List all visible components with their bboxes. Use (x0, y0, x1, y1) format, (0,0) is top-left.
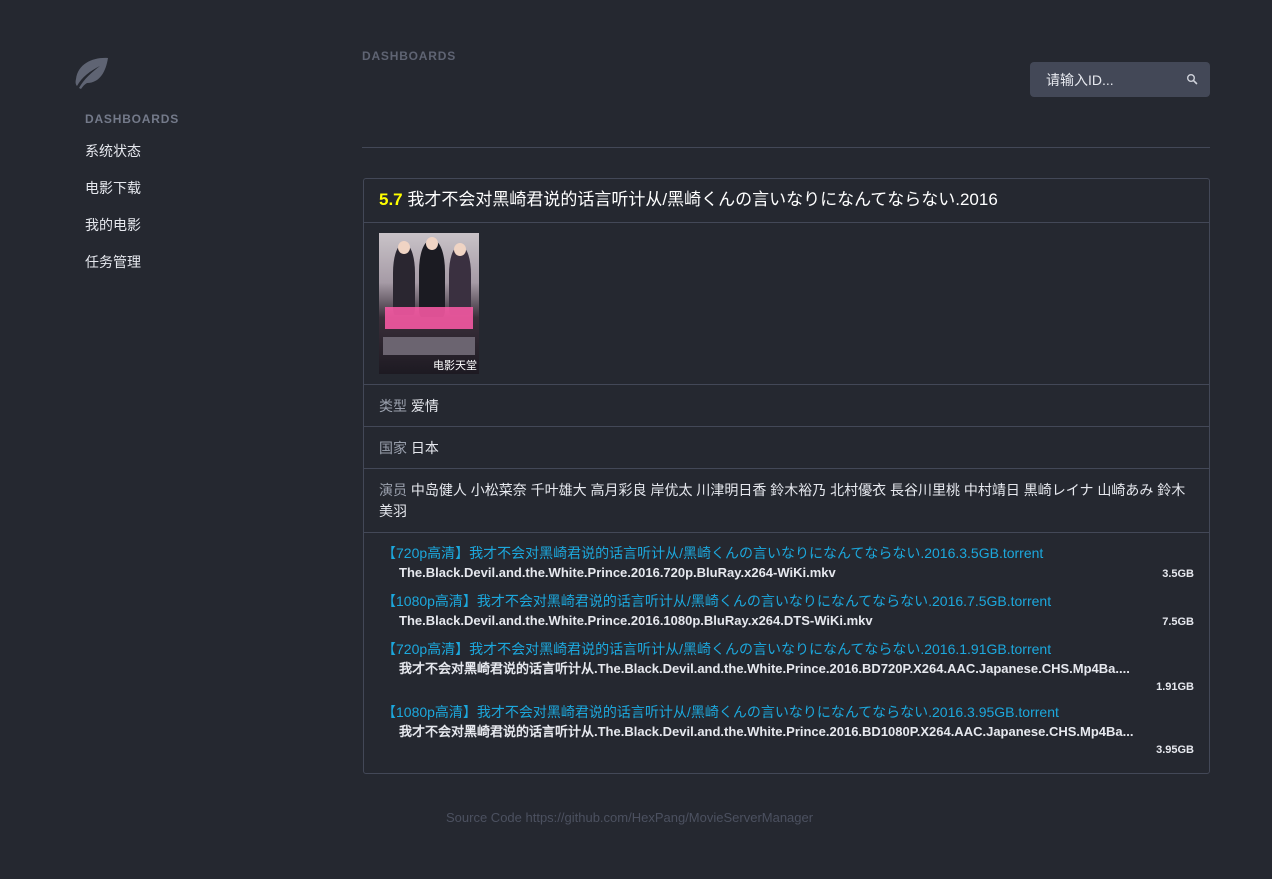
sidebar-header: DASHBOARDS (85, 112, 180, 126)
download-link[interactable]: 【720p高清】我才不会对黑崎君说的话言听计从/黑崎くんの言いなりになんてならな… (382, 639, 1194, 659)
poster-title-band (385, 307, 473, 329)
poster-figure (419, 241, 445, 317)
file-size: 3.5GB (1162, 568, 1194, 580)
country-label: 国家 (379, 440, 407, 456)
header-divider (362, 147, 1210, 148)
movie-title: 我才不会对黑崎君说的话言听计从/黑崎くんの言いなりになんてならない.2016 (407, 190, 998, 209)
leaf-logo-icon[interactable] (70, 55, 110, 91)
poster-strip (383, 337, 475, 355)
poster-face (454, 243, 466, 256)
search-icon[interactable] (1186, 73, 1198, 85)
sidebar-item-task-management[interactable]: 任务管理 (85, 251, 141, 288)
sidebar-item-movie-download[interactable]: 电影下载 (85, 177, 141, 214)
file-size: 3.95GB (1156, 744, 1194, 756)
download-link[interactable]: 【720p高清】我才不会对黑崎君说的话言听计从/黑崎くんの言いなりになんてならな… (382, 543, 1194, 563)
footer-source-link[interactable]: Source Code https://github.com/HexPang/M… (446, 810, 813, 825)
download-file: 我才不会对黑崎君说的话言听计从.The.Black.Devil.and.the.… (382, 722, 1194, 758)
search-box (1030, 62, 1210, 97)
download-link[interactable]: 【1080p高清】我才不会对黑崎君说的话言听计从/黑崎くんの言いなりになんてなら… (382, 702, 1194, 722)
cast-label: 演员 (379, 482, 407, 498)
poster-face (426, 237, 438, 250)
download-file: The.Black.Devil.and.the.White.Prince.201… (382, 563, 1194, 584)
file-name: The.Black.Devil.and.the.White.Prince.201… (399, 565, 836, 580)
download-file: 我才不会对黑崎君说的话言听计从.The.Black.Devil.and.the.… (382, 659, 1194, 695)
download-link[interactable]: 【1080p高清】我才不会对黑崎君说的话言听计从/黑崎くんの言いなりになんてなら… (382, 591, 1194, 611)
page-title: DASHBOARDS (362, 49, 457, 63)
file-name: 我才不会对黑崎君说的话言听计从.The.Black.Devil.and.the.… (399, 724, 1134, 739)
download-item: 【1080p高清】我才不会对黑崎君说的话言听计从/黑崎くんの言いなりになんてなら… (382, 702, 1194, 758)
genre-value: 爱情 (410, 398, 439, 414)
poster-row: 电影天堂 (364, 223, 1209, 385)
download-item: 【720p高清】我才不会对黑崎君说的话言听计从/黑崎くんの言いなりになんてならな… (382, 639, 1194, 695)
country-value: 日本 (410, 440, 439, 456)
movie-heading: 5.7 我才不会对黑崎君说的话言听计从/黑崎くんの言いなりになんてならない.20… (364, 179, 1209, 223)
sidebar-item-system-status[interactable]: 系统状态 (85, 140, 141, 177)
file-name: 我才不会对黑崎君说的话言听计从.The.Black.Devil.and.the.… (399, 661, 1130, 676)
movie-panel: 5.7 我才不会对黑崎君说的话言听计从/黑崎くんの言いなりになんてならない.20… (363, 178, 1210, 774)
download-item: 【1080p高清】我才不会对黑崎君说的话言听计从/黑崎くんの言いなりになんてなら… (382, 591, 1194, 632)
file-size: 7.5GB (1162, 616, 1194, 628)
search-input[interactable] (1030, 62, 1170, 97)
download-file: The.Black.Devil.and.the.White.Prince.201… (382, 611, 1194, 632)
country-row: 国家 日本 (364, 427, 1209, 469)
sidebar-item-my-movies[interactable]: 我的电影 (85, 214, 141, 251)
poster-watermark: 电影天堂 (433, 360, 477, 372)
genre-row: 类型 爱情 (364, 385, 1209, 427)
download-list: 【720p高清】我才不会对黑崎君说的话言听计从/黑崎くんの言いなりになんてならな… (364, 533, 1209, 773)
cast-row: 演员 中岛健人 小松菜奈 千叶雄大 高月彩良 岸优太 川津明日香 鈴木裕乃 北村… (364, 469, 1209, 533)
file-name: The.Black.Devil.and.the.White.Prince.201… (399, 613, 873, 628)
genre-label: 类型 (379, 398, 407, 414)
cast-value: 中岛健人 小松菜奈 千叶雄大 高月彩良 岸优太 川津明日香 鈴木裕乃 北村優衣 … (379, 482, 1186, 519)
movie-poster: 电影天堂 (379, 233, 479, 374)
sidebar-nav: 系统状态 电影下载 我的电影 任务管理 (85, 140, 141, 288)
poster-face (398, 241, 410, 254)
poster-figure (393, 245, 415, 315)
download-item: 【720p高清】我才不会对黑崎君说的话言听计从/黑崎くんの言いなりになんてならな… (382, 543, 1194, 584)
poster-figure (449, 247, 471, 315)
movie-rating: 5.7 (379, 190, 403, 209)
file-size: 1.91GB (1156, 681, 1194, 693)
